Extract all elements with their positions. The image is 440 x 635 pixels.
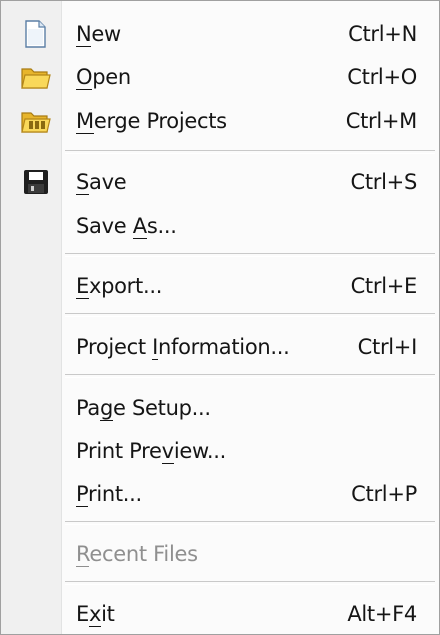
shortcut-text: Ctrl+O	[347, 65, 417, 89]
shortcut-text: Ctrl+P	[351, 482, 417, 506]
menu-item-new-label: New	[76, 22, 121, 47]
menu-item-save-label: Save	[76, 170, 127, 195]
menu-separator	[65, 581, 435, 585]
menu-separator	[65, 313, 435, 317]
menu-item-merge-projects[interactable]: Merge Projects Ctrl+M	[1, 102, 439, 140]
open-folder-icon	[19, 62, 53, 92]
menu-item-save-as[interactable]: Save As...	[1, 207, 439, 245]
menu-item-recent-files: Recent Files	[1, 535, 439, 573]
merge-projects-icon	[19, 106, 53, 136]
menu-item-recent-label: Recent Files	[76, 542, 198, 567]
menu-item-export[interactable]: Export... Ctrl+E	[1, 267, 439, 305]
menu-separator	[65, 374, 435, 378]
save-disk-icon	[19, 167, 53, 197]
menu-item-page-setup[interactable]: Page Setup...	[1, 389, 439, 427]
menu-item-export-label: Export...	[76, 274, 163, 299]
file-menu: New Ctrl+N Open Ctrl+O Merge Projects Ct…	[0, 0, 440, 635]
shortcut-text: Ctrl+I	[357, 335, 418, 359]
shortcut-text: Ctrl+E	[350, 274, 418, 298]
menu-separator	[65, 521, 435, 525]
shortcut-text: Ctrl+S	[350, 170, 418, 194]
menu-item-open[interactable]: Open Ctrl+O	[1, 58, 439, 96]
shortcut-text: Alt+F4	[347, 602, 417, 626]
menu-separator	[65, 253, 435, 257]
menu-item-print-preview[interactable]: Print Preview...	[1, 432, 439, 470]
menu-item-save-as-label: Save As...	[76, 214, 177, 239]
shortcut-text: Ctrl+M	[345, 109, 418, 133]
menu-item-open-label: Open	[76, 65, 131, 90]
menu-item-project-information[interactable]: Project Information... Ctrl+I	[1, 328, 439, 366]
menu-item-new[interactable]: New Ctrl+N	[1, 15, 439, 53]
menu-item-project-info-label: Project Information...	[76, 335, 290, 360]
menu-item-exit-label: Exit	[76, 602, 115, 627]
shortcut-text: Ctrl+N	[348, 22, 417, 46]
menu-item-exit[interactable]: Exit Alt+F4	[1, 595, 439, 633]
menu-item-save[interactable]: Save Ctrl+S	[1, 163, 439, 201]
menu-item-print-label: Print...	[76, 482, 142, 507]
new-document-icon	[19, 19, 53, 49]
menu-item-print-preview-label: Print Preview...	[76, 439, 227, 464]
menu-item-print[interactable]: Print... Ctrl+P	[1, 475, 439, 513]
menu-separator	[65, 150, 435, 154]
menu-item-page-setup-label: Page Setup...	[76, 396, 211, 421]
menu-item-merge-label: Merge Projects	[76, 109, 227, 134]
